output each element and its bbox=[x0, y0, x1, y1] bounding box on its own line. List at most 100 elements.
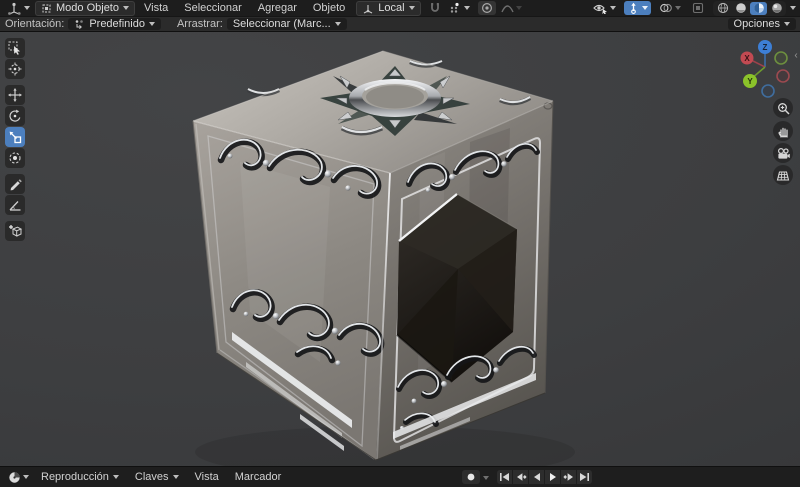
drag-action-label: Seleccionar (Marc... bbox=[232, 18, 331, 30]
play-button[interactable] bbox=[545, 470, 560, 484]
snap-increment-icon bbox=[450, 2, 459, 13]
menu-reproduccion[interactable]: Reproducción bbox=[34, 471, 126, 483]
orientation-preset-icon bbox=[76, 20, 84, 29]
svg-text:Y: Y bbox=[747, 77, 753, 86]
jump-to-end-button[interactable] bbox=[577, 470, 592, 484]
show-object-types-dropdown[interactable] bbox=[590, 1, 619, 15]
timeline-editor-type-button[interactable] bbox=[5, 470, 32, 484]
play-reverse-icon bbox=[533, 473, 540, 481]
proportional-editing-button[interactable] bbox=[477, 1, 496, 15]
move-icon bbox=[8, 88, 22, 102]
orthographic-grid-icon bbox=[776, 170, 790, 181]
3d-object-ornate-box[interactable] bbox=[192, 50, 575, 467]
chevron-down-icon bbox=[112, 475, 119, 479]
options-dropdown[interactable]: Opciones bbox=[727, 18, 796, 30]
transform-orientation-dropdown[interactable]: Local bbox=[356, 0, 421, 16]
editor-type-button[interactable] bbox=[4, 1, 33, 15]
select-box-icon bbox=[8, 41, 20, 55]
scale-icon bbox=[9, 131, 22, 144]
svg-text:X: X bbox=[744, 54, 750, 63]
chevron-down-icon bbox=[610, 6, 616, 10]
camera-icon bbox=[777, 147, 790, 159]
camera-view-button[interactable] bbox=[773, 143, 793, 163]
menu-timeline-vista[interactable]: Vista bbox=[188, 471, 226, 483]
solid-shading-icon bbox=[735, 3, 746, 13]
snap-toggle-button[interactable] bbox=[426, 1, 444, 15]
orientation-label: Orientación: bbox=[5, 18, 65, 30]
tool-add-primitive[interactable] bbox=[5, 221, 25, 241]
chevron-down-icon bbox=[148, 22, 155, 26]
menu-agregar[interactable]: Agregar bbox=[251, 2, 304, 14]
snap-settings-dropdown[interactable] bbox=[446, 1, 473, 15]
shading-rendered-button[interactable] bbox=[768, 2, 785, 15]
perspective-toggle-button[interactable] bbox=[773, 165, 793, 185]
jump-start-icon bbox=[500, 473, 509, 481]
measure-icon bbox=[9, 201, 21, 211]
shading-material-preview-button[interactable] bbox=[750, 1, 767, 15]
previous-keyframe-button[interactable] bbox=[513, 470, 528, 484]
overlays-icon bbox=[660, 3, 672, 13]
zoom-button[interactable] bbox=[773, 98, 793, 118]
cursor-3d-icon bbox=[8, 62, 22, 76]
timeline-clock-icon bbox=[9, 471, 20, 483]
chevron-down-icon bbox=[24, 6, 30, 10]
tool-annotate[interactable] bbox=[5, 174, 25, 194]
shading-solid-button[interactable] bbox=[732, 2, 749, 15]
add-cube-icon bbox=[9, 225, 22, 237]
shading-dropdown-chevron-icon[interactable] bbox=[790, 6, 796, 10]
gizmo-axis-x-negative[interactable] bbox=[776, 69, 790, 83]
mode-dropdown[interactable]: Modo Objeto bbox=[35, 0, 135, 16]
annotate-pen-icon bbox=[10, 179, 22, 191]
svg-text:Z: Z bbox=[763, 43, 768, 52]
sidebar-collapse-arrow[interactable]: ‹ bbox=[792, 50, 800, 61]
pan-button[interactable] bbox=[773, 121, 793, 141]
gizmo-axis-z-negative[interactable] bbox=[761, 84, 775, 98]
jump-end-icon bbox=[580, 473, 589, 481]
orientation-preset-label: Predefinido bbox=[89, 18, 145, 30]
playback-controls bbox=[497, 470, 592, 484]
zoom-icon bbox=[777, 102, 790, 115]
hand-pan-icon bbox=[778, 127, 788, 138]
magnet-icon bbox=[430, 3, 439, 12]
falloff-dropdown[interactable] bbox=[498, 1, 525, 15]
tool-cursor[interactable] bbox=[5, 59, 25, 79]
xray-icon bbox=[692, 2, 704, 14]
menubar: Modo Objeto Vista Seleccionar Agregar Ob… bbox=[0, 0, 800, 16]
tool-measure[interactable] bbox=[5, 195, 25, 215]
viewport-canvas[interactable] bbox=[0, 32, 800, 467]
xray-toggle-button[interactable] bbox=[689, 1, 707, 15]
orientation-preset-dropdown[interactable]: Predefinido bbox=[68, 18, 161, 30]
shading-wireframe-button[interactable] bbox=[714, 2, 731, 15]
overlays-dropdown[interactable] bbox=[656, 1, 684, 15]
menu-seleccionar[interactable]: Seleccionar bbox=[177, 2, 248, 14]
menu-claves-label: Claves bbox=[134, 471, 169, 483]
next-keyframe-button[interactable] bbox=[561, 470, 576, 484]
gizmo-axis-y-negative[interactable] bbox=[774, 51, 788, 65]
keying-dropdown-chevron-icon[interactable] bbox=[483, 476, 489, 480]
tool-tweak-select[interactable] bbox=[5, 38, 25, 58]
record-dot-icon bbox=[467, 473, 475, 481]
menu-marcador[interactable]: Marcador bbox=[228, 471, 288, 483]
auto-keying-record-button[interactable] bbox=[462, 470, 480, 484]
chevron-down-icon bbox=[675, 6, 681, 10]
tool-rotate[interactable] bbox=[5, 106, 25, 126]
drag-action-dropdown[interactable]: Seleccionar (Marc... bbox=[226, 18, 347, 30]
falloff-curve-icon bbox=[500, 5, 514, 13]
menu-objeto[interactable]: Objeto bbox=[306, 2, 352, 14]
tool-transform[interactable] bbox=[5, 148, 25, 168]
gizmos-dropdown[interactable] bbox=[624, 1, 651, 15]
chevron-down-icon bbox=[172, 475, 179, 479]
menu-vista[interactable]: Vista bbox=[137, 2, 175, 14]
menu-claves[interactable]: Claves bbox=[128, 471, 186, 483]
jump-to-start-button[interactable] bbox=[497, 470, 512, 484]
chevron-down-icon bbox=[23, 475, 29, 479]
navigation-gizmo[interactable]: Z X Y bbox=[738, 36, 794, 98]
orientation-local-icon bbox=[364, 4, 373, 13]
play-reverse-button[interactable] bbox=[529, 470, 544, 484]
menu-reproduccion-label: Reproducción bbox=[41, 471, 109, 483]
viewport-3d[interactable]: Z X Y ‹ bbox=[0, 31, 800, 467]
tool-move[interactable] bbox=[5, 85, 25, 105]
tool-scale[interactable] bbox=[5, 127, 25, 147]
next-keyframe-icon bbox=[562, 473, 573, 481]
play-icon bbox=[549, 473, 556, 481]
